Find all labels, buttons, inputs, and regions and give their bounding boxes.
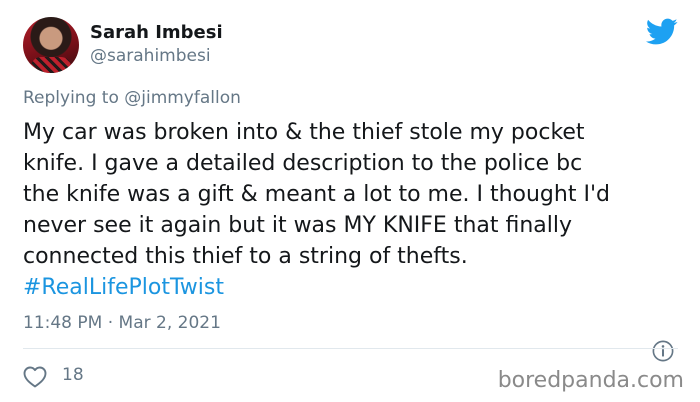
twitter-bird-icon[interactable] [646,18,678,46]
watermark: boredpanda.com [497,368,684,393]
tweet-line: the knife was a gift & meant a lot to me… [23,182,610,207]
hashtag-link[interactable]: #RealLifePlotTwist [23,272,688,303]
tweet-line: connected this thief to a string of thef… [23,244,468,269]
author-handle[interactable]: @sarahimbesi [90,46,211,66]
info-icon[interactable] [652,340,674,362]
tweet-timestamp[interactable]: 11:48 PM · Mar 2, 2021 [23,313,221,333]
author-name[interactable]: Sarah Imbesi [90,22,223,43]
tweet-line: never see it again but it was MY KNIFE t… [23,213,573,238]
tweet-line: My car was broken into & the thief stole… [23,120,585,145]
avatar-scarf [31,57,71,73]
like-count[interactable]: 18 [62,365,84,385]
heart-icon[interactable] [23,366,47,388]
divider [23,348,678,349]
tweet-text: My car was broken into & the thief stole… [23,117,688,303]
tweet-line: knife. I gave a detailed description to … [23,151,583,176]
replying-to[interactable]: Replying to @jimmyfallon [23,88,241,108]
avatar[interactable] [23,17,79,73]
